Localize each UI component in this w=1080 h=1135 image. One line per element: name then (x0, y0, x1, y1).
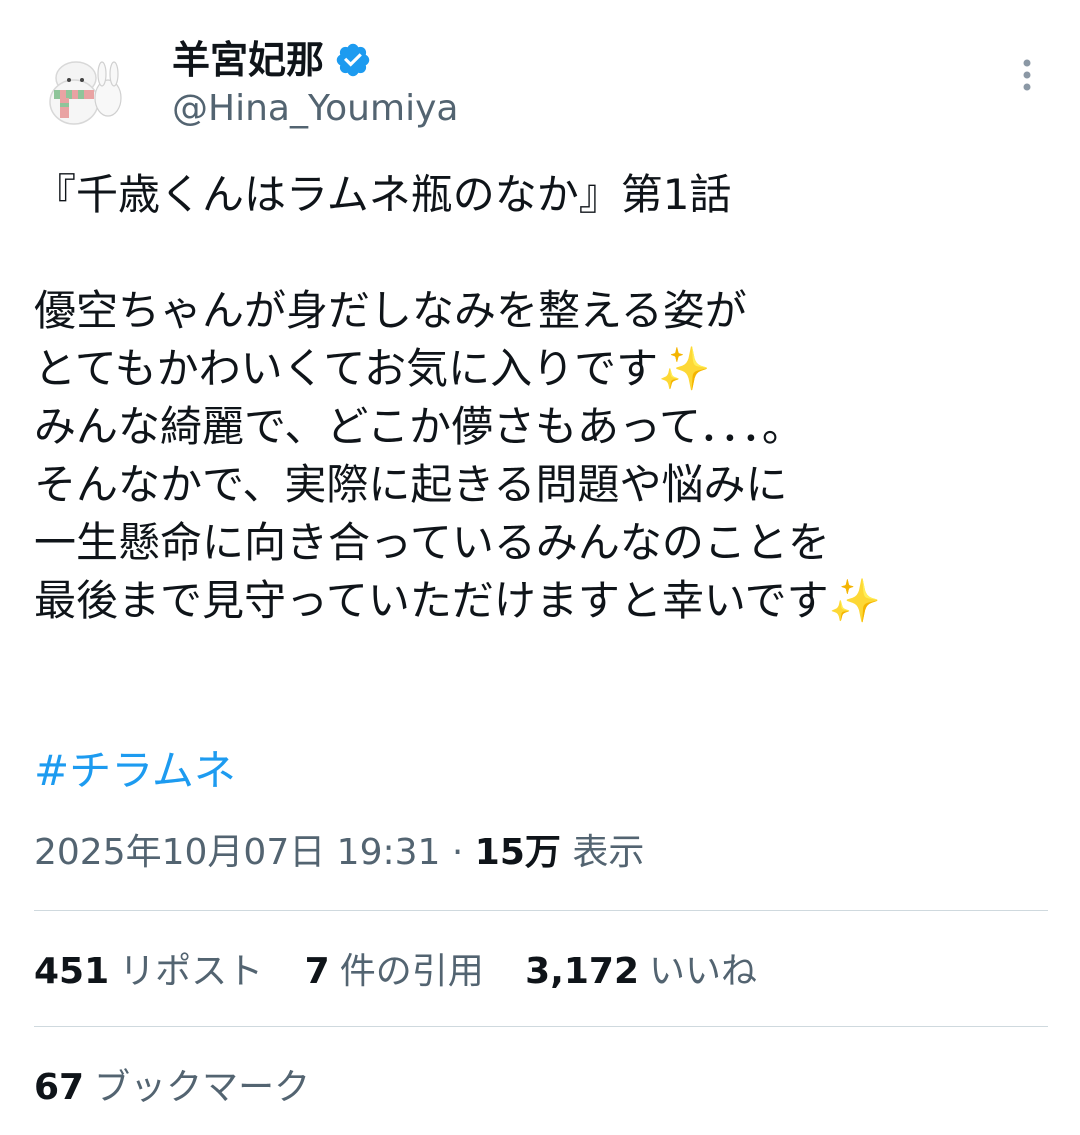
divider (34, 1026, 1048, 1027)
likes-label: いいね (649, 951, 758, 992)
views-count: 15万 (474, 832, 561, 873)
reposts-count: 451 (34, 951, 110, 992)
bookmarks-stat[interactable]: 67 ブックマーク (34, 1062, 310, 1114)
reposts-stat[interactable]: 451 リポスト (34, 946, 263, 998)
verified-badge-icon[interactable] (334, 41, 372, 79)
tweet-meta: 2025年10月07日 19:31 · 15万 表示 (34, 828, 644, 878)
quotes-stat[interactable]: 7 件の引用 (305, 946, 484, 998)
likes-count: 3,172 (525, 951, 640, 992)
author-display-name[interactable]: 羊宮妃那 (172, 36, 324, 84)
engagement-stats: 451 リポスト 7 件の引用 3,172 いいね (34, 946, 787, 998)
avatar[interactable] (36, 40, 136, 140)
divider (34, 910, 1048, 911)
bookmarks-count: 67 (34, 1067, 85, 1108)
reposts-label: リポスト (119, 951, 264, 992)
more-options-icon[interactable] (1012, 56, 1042, 96)
tweet-timestamp[interactable]: 2025年10月07日 19:31 (34, 832, 440, 873)
meta-separator: · (440, 832, 475, 873)
author-handle[interactable]: @Hina_Youmiya (172, 86, 458, 132)
bookmarks-label: ブックマーク (94, 1067, 311, 1108)
quotes-label: 件の引用 (339, 951, 484, 992)
hashtag-link[interactable]: #チラムネ (34, 742, 236, 800)
likes-stat[interactable]: 3,172 いいね (525, 946, 757, 998)
views-label: 表示 (560, 832, 645, 873)
sheep-avatar-icon (36, 40, 136, 140)
tweet-text: 『千歳くんはラムネ瓶のなか』第1話 優空ちゃんが身だしなみを整える姿が とてもか… (34, 170, 881, 625)
quotes-count: 7 (304, 951, 330, 992)
author-name-row[interactable]: 羊宮妃那 (172, 36, 372, 84)
